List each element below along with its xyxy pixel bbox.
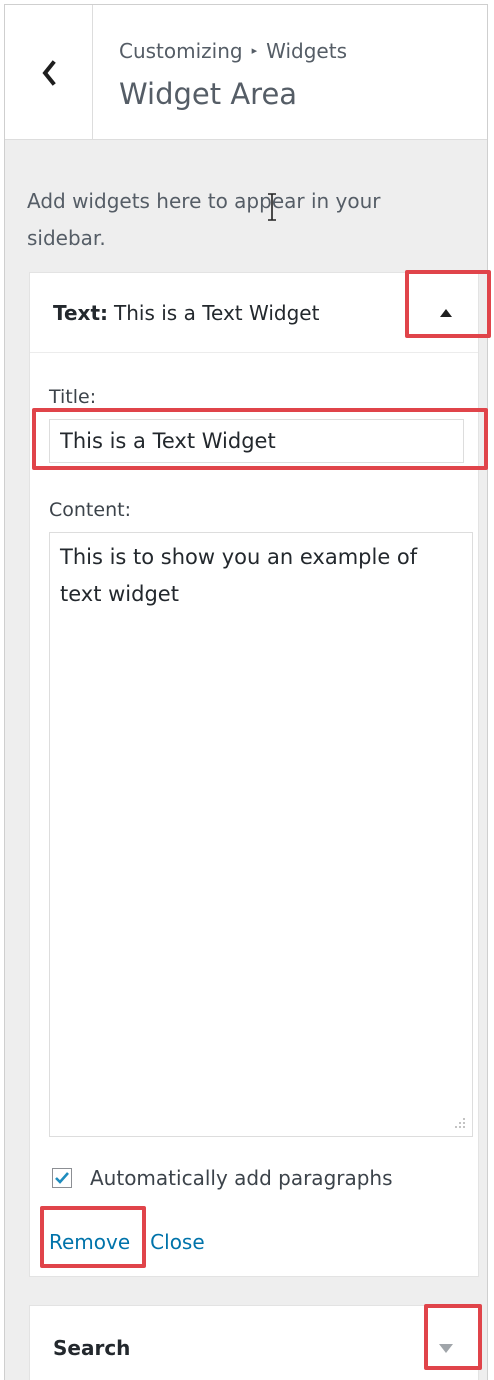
text-widget: Text: This is a Text Widget Title: Conte… (29, 272, 479, 1277)
arrow-down-icon (439, 1343, 453, 1353)
close-link[interactable]: Close (150, 1230, 204, 1254)
text-widget-title: Text: This is a Text Widget (53, 273, 319, 353)
widget-type-label: Text: (53, 301, 109, 325)
text-cursor-icon (268, 193, 276, 221)
content-label: Content: (49, 499, 131, 521)
area-description: Add widgets here to appear in your sideb… (27, 189, 381, 250)
breadcrumb: Customizing ▸ Widgets (119, 39, 347, 63)
chevron-left-icon (41, 59, 56, 86)
widget-actions: Remove Close (49, 1230, 205, 1254)
arrow-up-icon (440, 309, 452, 317)
header-text: Customizing ▸ Widgets Widget Area (119, 39, 347, 111)
breadcrumb-current: Widgets (266, 39, 347, 63)
back-button[interactable] (5, 5, 93, 140)
breadcrumb-separator-icon: ▸ (251, 43, 258, 57)
text-widget-toggle-button[interactable] (414, 273, 478, 353)
page-title: Widget Area (119, 77, 298, 111)
title-label: Title: (49, 386, 97, 408)
resize-handle-icon[interactable] (453, 1116, 467, 1130)
customizer-panel: Customizing ▸ Widgets Widget Area Add wi… (4, 4, 488, 1380)
text-widget-header[interactable]: Text: This is a Text Widget (30, 273, 478, 353)
auto-paragraphs-checkbox[interactable] (52, 1168, 72, 1188)
remove-link[interactable]: Remove (49, 1230, 130, 1254)
search-widget: Search (29, 1305, 479, 1380)
auto-paragraphs-row: Automatically add paragraphs (52, 1166, 393, 1190)
search-widget-title: Search (53, 1336, 131, 1360)
panel-header: Customizing ▸ Widgets Widget Area (5, 5, 487, 140)
checkmark-icon (55, 1172, 69, 1184)
auto-paragraphs-label: Automatically add paragraphs (90, 1166, 393, 1190)
title-input[interactable] (49, 419, 464, 463)
search-widget-header[interactable]: Search (30, 1306, 478, 1380)
widget-instance-title: This is a Text Widget (114, 301, 320, 325)
content-textarea[interactable]: This is to show you an example of text w… (49, 532, 473, 1137)
search-widget-toggle-button[interactable] (414, 1306, 478, 1380)
breadcrumb-parent: Customizing (119, 39, 243, 63)
